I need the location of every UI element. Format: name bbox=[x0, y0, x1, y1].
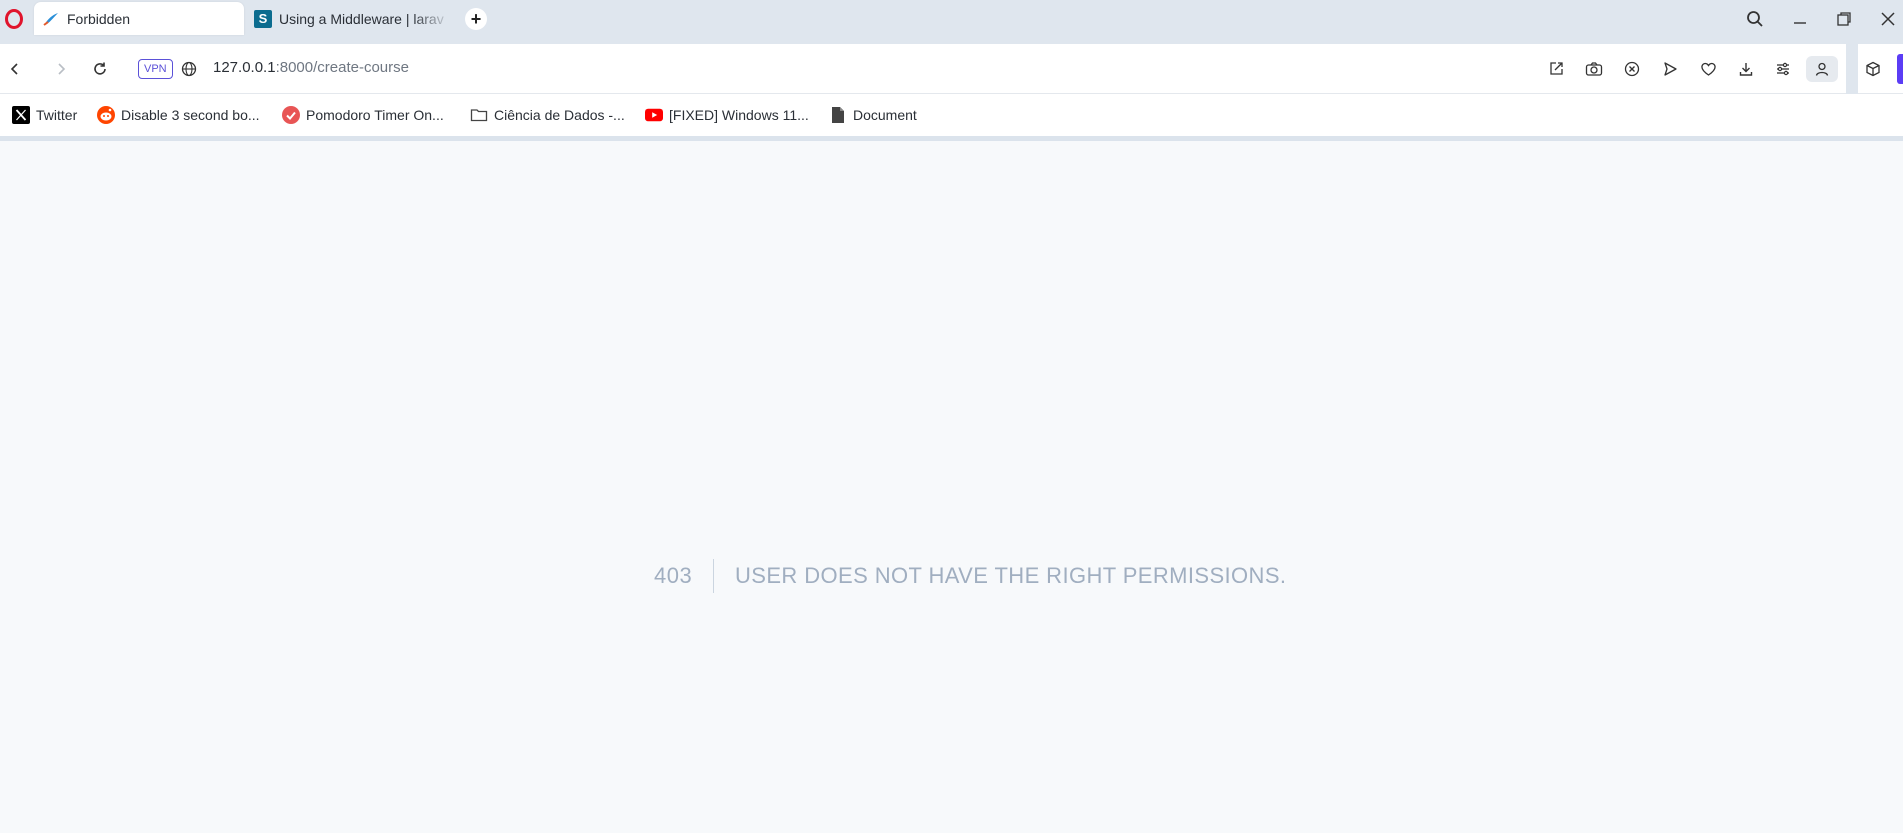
sidebar-accent[interactable] bbox=[1897, 54, 1903, 84]
address-field[interactable]: 127.0.0.1:8000/create-course bbox=[213, 59, 409, 76]
tab-using-middleware[interactable]: S Using a Middleware | larav bbox=[246, 2, 452, 35]
back-button[interactable] bbox=[2, 56, 28, 82]
minimize-icon[interactable] bbox=[1786, 6, 1814, 32]
bookmark-label: Disable 3 second bo... bbox=[121, 107, 260, 123]
share-edit-icon[interactable] bbox=[1543, 56, 1569, 82]
tab-strip: Forbidden S Using a Middleware | larav + bbox=[0, 0, 1903, 44]
close-window-icon[interactable] bbox=[1874, 6, 1902, 32]
bookmark-fixed-windows-11[interactable]: [FIXED] Windows 11... bbox=[645, 104, 809, 126]
reload-button[interactable] bbox=[87, 56, 113, 82]
bookmark-document[interactable]: Document bbox=[829, 104, 917, 126]
address-toolbar: VPN 127.0.0.1:8000/create-course bbox=[0, 44, 1903, 94]
easy-setup-icon[interactable] bbox=[1770, 56, 1796, 82]
search-tabs-icon[interactable] bbox=[1741, 6, 1769, 32]
tab-title: Forbidden bbox=[67, 10, 131, 27]
restore-icon[interactable] bbox=[1830, 6, 1858, 32]
url-path: :8000/create-course bbox=[275, 59, 409, 76]
heart-icon[interactable] bbox=[1695, 56, 1721, 82]
send-icon[interactable] bbox=[1657, 56, 1683, 82]
bookmark-twitter[interactable]: Twitter bbox=[12, 104, 77, 126]
url-host: 127.0.0.1 bbox=[213, 59, 276, 76]
bookmark-pomodoro-timer[interactable]: Pomodoro Timer On... bbox=[282, 104, 444, 126]
folder-icon bbox=[470, 106, 488, 124]
reddit-icon bbox=[97, 106, 115, 124]
document-icon bbox=[829, 106, 847, 124]
error-message: USER DOES NOT HAVE THE RIGHT PERMISSIONS… bbox=[735, 563, 1287, 588]
error-code: 403 bbox=[654, 563, 693, 588]
s-site-icon: S bbox=[254, 9, 272, 28]
profile-icon[interactable] bbox=[1806, 56, 1838, 82]
bookmark-label: Document bbox=[853, 107, 917, 123]
extensions-cube-icon[interactable] bbox=[1858, 56, 1888, 82]
bookmark-label: Ciência de Dados -... bbox=[494, 107, 625, 123]
ad-block-icon[interactable] bbox=[1619, 56, 1645, 82]
globe-icon[interactable] bbox=[176, 56, 202, 82]
new-tab-button[interactable]: + bbox=[465, 8, 487, 30]
x-logo-icon bbox=[12, 106, 30, 124]
bookmark-ciencia-de-dados[interactable]: Ciência de Dados -... bbox=[470, 104, 625, 126]
laravel-feather-icon bbox=[42, 10, 60, 28]
page-content: 403 USER DOES NOT HAVE THE RIGHT PERMISS… bbox=[0, 141, 1903, 833]
check-circle-icon bbox=[282, 106, 300, 124]
forward-button[interactable] bbox=[48, 56, 74, 82]
error-divider bbox=[713, 559, 714, 593]
bookmark-label: Pomodoro Timer On... bbox=[306, 107, 444, 123]
bookmark-label: [FIXED] Windows 11... bbox=[669, 107, 809, 123]
youtube-icon bbox=[645, 106, 663, 124]
vpn-badge[interactable]: VPN bbox=[138, 59, 173, 79]
camera-icon[interactable] bbox=[1581, 56, 1607, 82]
bookmark-disable-3-second[interactable]: Disable 3 second bo... bbox=[97, 104, 260, 126]
error-message-block: 403 USER DOES NOT HAVE THE RIGHT PERMISS… bbox=[0, 559, 1903, 599]
bookmark-label: Twitter bbox=[36, 107, 78, 123]
download-icon[interactable] bbox=[1733, 56, 1759, 82]
opera-logo-icon[interactable] bbox=[4, 9, 24, 29]
tab-forbidden[interactable]: Forbidden bbox=[34, 2, 244, 35]
bookmarks-bar: Twitter Disable 3 second bo... Pomodoro … bbox=[0, 94, 1903, 136]
